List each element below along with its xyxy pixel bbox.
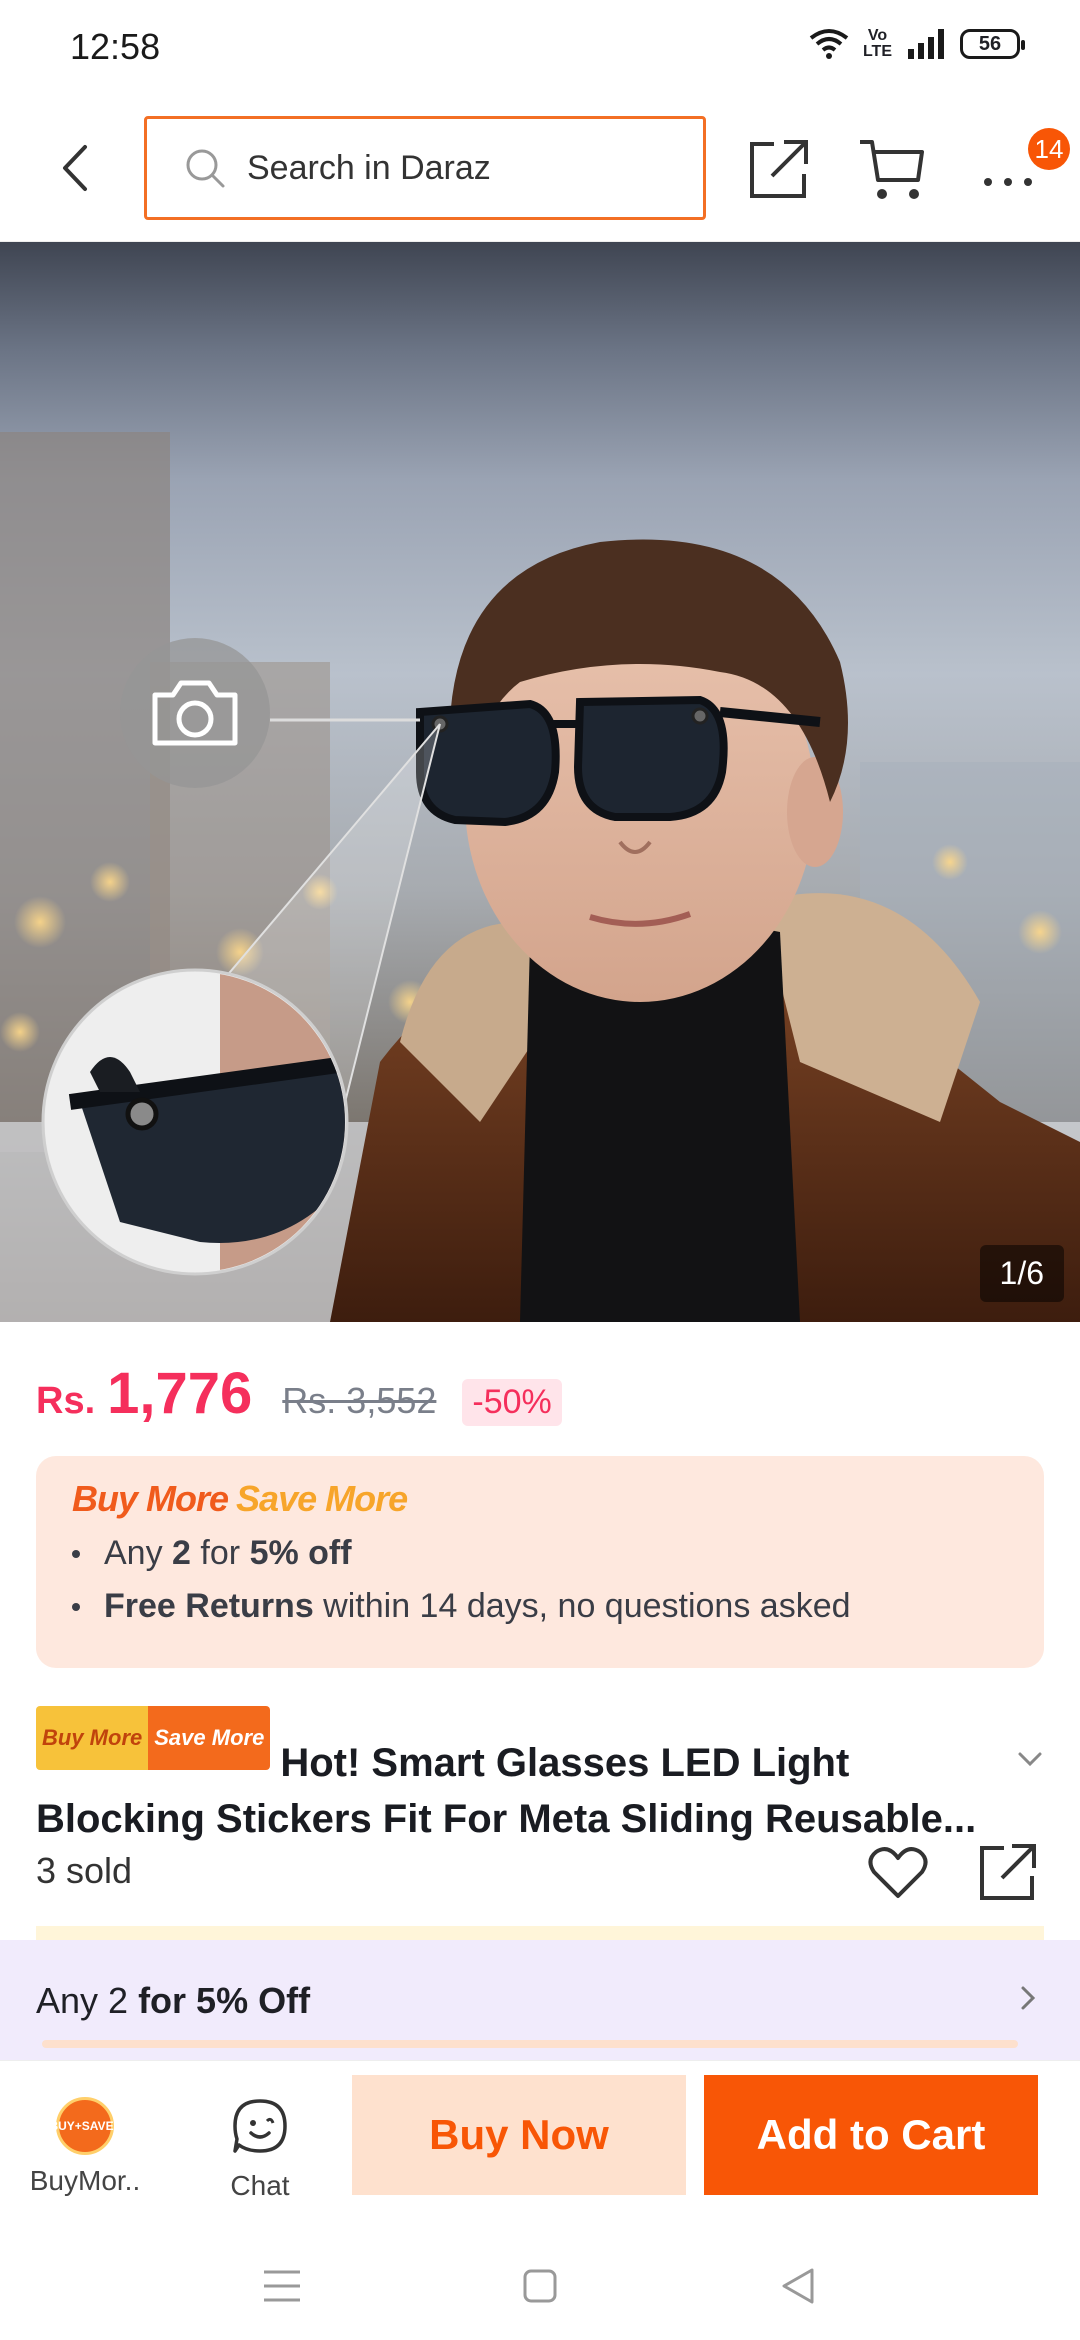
offer-prefix: Any 2	[36, 1980, 139, 2021]
discount-badge: -50%	[462, 1379, 562, 1426]
home-icon	[523, 2269, 557, 2303]
sold-count: 3 sold	[36, 1850, 133, 1891]
promo-line2-rest: within 14 days, no questions asked	[313, 1587, 851, 1625]
home-button[interactable]	[522, 2268, 558, 2304]
cart-icon	[860, 140, 924, 199]
product-title-block[interactable]: Buy More Save MoreHot! Smart Glasses LED …	[36, 1706, 1026, 1847]
bottom-action-bar: BUY+SAVE+ BuyMor.. Chat Buy Now Add to C…	[0, 2060, 1080, 2210]
share-icon	[750, 140, 808, 198]
camera-callout	[120, 638, 270, 788]
chat-icon	[233, 2099, 287, 2153]
search-placeholder: Search in Daraz	[247, 148, 491, 187]
back-arrow-icon	[63, 145, 87, 191]
buy-more-save-more-promo[interactable]: Buy More Save More Any 2 for 5% off Free …	[36, 1456, 1044, 1668]
notification-badge: 14	[1028, 128, 1070, 170]
status-bar: 12:58 Vo LTE 56	[0, 0, 1080, 96]
status-icons: Vo LTE 56	[809, 28, 1025, 60]
offer-text: Any 2 for 5% Off	[36, 1980, 310, 2022]
product-title: Buy More Save MoreHot! Smart Glasses LED …	[36, 1706, 1026, 1847]
buy-more-button[interactable]: BUY+SAVE+ BuyMor..	[20, 2097, 150, 2207]
chat-label: Chat	[230, 2170, 290, 2201]
camera-icon	[152, 680, 238, 746]
heart-icon	[868, 1847, 928, 1898]
product-image-gallery[interactable]: 1/6	[0, 242, 1080, 1322]
back-button[interactable]	[44, 138, 104, 198]
volte-top: Vo	[867, 27, 888, 44]
share-icon	[980, 1844, 1036, 1900]
wishlist-button[interactable]	[866, 1840, 930, 1904]
share-button[interactable]	[744, 134, 814, 204]
buy-more-save-more-icon: BUY+SAVE+	[49, 2097, 121, 2155]
offer-chevron	[1010, 1980, 1046, 2016]
expand-title-button[interactable]	[1012, 1740, 1048, 1776]
bundle-offer-row[interactable]: Any 2 for 5% Off	[0, 1940, 1080, 2060]
promo-title-part2: Save More	[236, 1478, 408, 1519]
search-icon	[186, 149, 225, 188]
menu-icon	[264, 2270, 300, 2302]
header: Search in Daraz 14	[0, 96, 1080, 242]
offer-bold: for 5% Off	[138, 1980, 311, 2021]
price-currency: Rs.	[36, 1380, 96, 1422]
chevron-right-icon	[1021, 1986, 1036, 2010]
signal-icon	[908, 29, 944, 59]
promo-line2-bold: Free Returns	[104, 1587, 314, 1625]
bullet	[72, 1602, 80, 1611]
recent-apps-button[interactable]	[262, 2268, 302, 2304]
chat-button[interactable]: Chat	[200, 2097, 320, 2207]
volte-bottom: LTE	[862, 43, 892, 60]
status-time: 12:58	[70, 26, 161, 67]
promo-title: Buy More Save More	[72, 1478, 1008, 1520]
battery-icon: 56	[960, 29, 1025, 59]
current-price: 1,776	[107, 1361, 253, 1426]
price-row: Rs. 1,776 Rs. 3,552 -50%	[36, 1360, 562, 1427]
search-input[interactable]: Search in Daraz	[144, 116, 706, 220]
buy-more-label: BuyMor..	[29, 2165, 141, 2196]
buy-more-tag: Buy More Save More	[36, 1706, 271, 1770]
buy-now-button[interactable]: Buy Now	[352, 2075, 686, 2195]
tag-part1: Buy More	[36, 1706, 149, 1770]
promo-title-part1: Buy More	[72, 1478, 229, 1519]
offer-progress-bar	[42, 2040, 1018, 2048]
promo-line-returns: Free Returns within 14 days, no question…	[72, 1587, 1008, 1626]
product-photo	[0, 432, 1080, 1322]
system-nav-bar	[0, 2210, 1080, 2340]
add-to-cart-button[interactable]: Add to Cart	[704, 2075, 1038, 2195]
image-counter: 1/6	[979, 1245, 1064, 1302]
chevron-down-icon	[1018, 1752, 1042, 1767]
cart-button[interactable]	[856, 134, 928, 204]
promo-line1-mid: for	[200, 1534, 241, 1572]
system-back-button[interactable]	[778, 2266, 818, 2306]
promo-line1-count: 2	[172, 1534, 191, 1572]
promo-line1-offer: 5% off	[249, 1534, 352, 1572]
promo-line1-prefix: Any	[104, 1534, 163, 1572]
original-price: Rs. 3,552	[282, 1380, 437, 1421]
promo-line-discount: Any 2 for 5% off	[72, 1534, 1008, 1573]
share-product-button[interactable]	[976, 1840, 1040, 1904]
back-triangle-icon	[782, 2268, 814, 2304]
bullet	[72, 1549, 80, 1558]
divider-strip	[36, 1926, 1044, 1940]
tag-part2: Save More	[148, 1706, 271, 1770]
volte-indicator: Vo LTE	[863, 28, 892, 60]
wifi-icon	[809, 29, 849, 59]
